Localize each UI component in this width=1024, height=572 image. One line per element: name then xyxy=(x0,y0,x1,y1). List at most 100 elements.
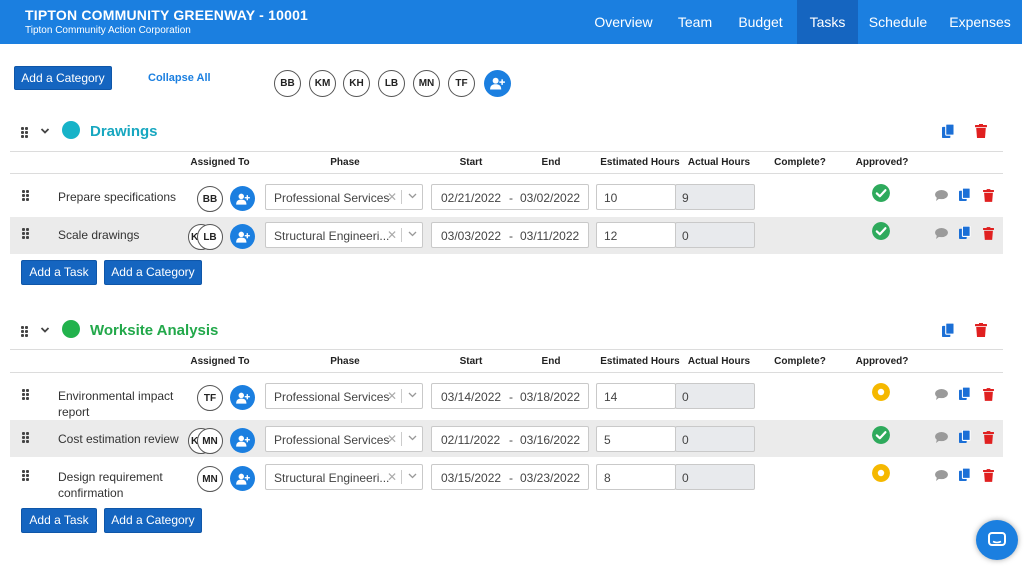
team-avatar-bb[interactable]: BB xyxy=(274,70,301,97)
clear-icon[interactable]: ✕ xyxy=(387,470,397,484)
add-category-button[interactable]: Add a Category xyxy=(104,508,202,533)
collapse-chevron-icon[interactable] xyxy=(40,127,50,135)
team-avatar-mn[interactable]: MN xyxy=(413,70,440,97)
copy-category-icon[interactable] xyxy=(942,124,955,139)
nav-tab-team[interactable]: Team xyxy=(666,0,724,44)
nav-tab-overview[interactable]: Overview xyxy=(581,0,666,44)
add-category-button[interactable]: Add a Category xyxy=(104,260,202,285)
delete-category-icon[interactable] xyxy=(975,323,987,337)
approved-check-icon[interactable] xyxy=(872,184,890,202)
task-name[interactable]: Scale drawings xyxy=(58,227,139,243)
phase-select[interactable]: Professional Services ✕ xyxy=(265,383,423,409)
comment-icon[interactable] xyxy=(935,432,948,443)
assign-user-button[interactable] xyxy=(230,224,255,249)
phase-value: Professional Services xyxy=(274,433,390,447)
nav-tab-expenses[interactable]: Expenses xyxy=(938,0,1022,44)
delete-task-icon[interactable] xyxy=(983,227,994,240)
comment-icon[interactable] xyxy=(935,389,948,400)
add-category-button[interactable]: Add a Category xyxy=(14,66,112,90)
estimated-hours-input[interactable]: 10 xyxy=(596,184,676,210)
collapse-chevron-icon[interactable] xyxy=(40,326,50,334)
comment-icon[interactable] xyxy=(935,190,948,201)
assignee-avatar[interactable]: MN xyxy=(197,428,223,454)
clear-icon[interactable]: ✕ xyxy=(387,228,397,242)
row-drag-handle-icon[interactable] xyxy=(22,190,30,201)
drag-handle-icon[interactable] xyxy=(21,127,29,138)
estimated-hours-input[interactable]: 14 xyxy=(596,383,676,409)
estimated-hours-value: 12 xyxy=(604,229,618,243)
task-name[interactable]: Prepare specifications xyxy=(58,189,176,205)
assignee-avatar[interactable]: MN xyxy=(197,466,223,492)
date-separator: - xyxy=(509,390,513,404)
row-drag-handle-icon[interactable] xyxy=(22,432,30,443)
divider xyxy=(10,349,1003,350)
approved-check-icon[interactable] xyxy=(872,222,890,240)
copy-task-icon[interactable] xyxy=(959,188,971,202)
pending-approval-icon[interactable] xyxy=(872,383,890,401)
chevron-down-icon[interactable] xyxy=(408,231,417,237)
phase-select[interactable]: Structural Engineeri... ✕ xyxy=(265,222,423,248)
collapse-all-link[interactable]: Collapse All xyxy=(148,72,211,84)
assignee-avatar[interactable]: BB xyxy=(197,186,223,212)
team-avatar-kh[interactable]: KH xyxy=(343,70,370,97)
add-task-button[interactable]: Add a Task xyxy=(21,260,97,285)
clear-icon[interactable]: ✕ xyxy=(387,389,397,403)
chat-widget-button[interactable] xyxy=(976,520,1018,560)
estimated-hours-input[interactable]: 5 xyxy=(596,426,676,452)
delete-task-icon[interactable] xyxy=(983,388,994,401)
pending-approval-icon[interactable] xyxy=(872,464,890,482)
date-range-field[interactable]: 02/21/2022 - 03/02/2022 xyxy=(431,184,589,210)
chevron-down-icon[interactable] xyxy=(408,392,417,398)
clear-icon[interactable]: ✕ xyxy=(387,190,397,204)
delete-category-icon[interactable] xyxy=(975,124,987,138)
chevron-down-icon[interactable] xyxy=(408,435,417,441)
estimated-hours-input[interactable]: 8 xyxy=(596,464,676,490)
add-team-member-button[interactable] xyxy=(484,70,511,97)
add-task-button[interactable]: Add a Task xyxy=(21,508,97,533)
nav-tab-tasks[interactable]: Tasks xyxy=(797,0,858,44)
team-avatar-km[interactable]: KM xyxy=(309,70,336,97)
copy-task-icon[interactable] xyxy=(959,468,971,482)
phase-select[interactable]: Professional Services ✕ xyxy=(265,426,423,452)
estimated-hours-input[interactable]: 12 xyxy=(596,222,676,248)
clear-icon[interactable]: ✕ xyxy=(387,432,397,446)
copy-task-icon[interactable] xyxy=(959,226,971,240)
drag-handle-icon[interactable] xyxy=(21,326,29,337)
assign-user-button[interactable] xyxy=(230,186,255,211)
nav-tab-budget[interactable]: Budget xyxy=(724,0,797,44)
assign-user-button[interactable] xyxy=(230,385,255,410)
delete-task-icon[interactable] xyxy=(983,469,994,482)
assign-user-button[interactable] xyxy=(230,428,255,453)
row-drag-handle-icon[interactable] xyxy=(22,228,30,239)
delete-task-icon[interactable] xyxy=(983,431,994,444)
chevron-down-icon[interactable] xyxy=(408,193,417,199)
comment-icon[interactable] xyxy=(935,228,948,239)
delete-task-icon[interactable] xyxy=(983,189,994,202)
task-name[interactable]: Environmental impact report xyxy=(58,388,173,420)
phase-select[interactable]: Professional Services ✕ xyxy=(265,184,423,210)
date-range-field[interactable]: 03/15/2022 - 03/23/2022 xyxy=(431,464,589,490)
date-separator: - xyxy=(509,471,513,485)
comment-icon[interactable] xyxy=(935,470,948,481)
date-range-field[interactable]: 02/11/2022 - 03/16/2022 xyxy=(431,426,589,452)
copy-category-icon[interactable] xyxy=(942,323,955,338)
task-name[interactable]: Design requirement confirmation xyxy=(58,469,163,501)
nav-tab-schedule[interactable]: Schedule xyxy=(858,0,938,44)
date-range-field[interactable]: 03/14/2022 - 03/18/2022 xyxy=(431,383,589,409)
assignee-avatar[interactable]: TF xyxy=(197,385,223,411)
chevron-down-icon[interactable] xyxy=(408,473,417,479)
copy-task-icon[interactable] xyxy=(959,387,971,401)
date-range-field[interactable]: 03/03/2022 - 03/11/2022 xyxy=(431,222,589,248)
approved-check-icon[interactable] xyxy=(872,426,890,444)
row-drag-handle-icon[interactable] xyxy=(22,389,30,400)
assign-user-button[interactable] xyxy=(230,466,255,491)
assignee-avatar[interactable]: LB xyxy=(197,224,223,250)
team-avatar-lb[interactable]: LB xyxy=(378,70,405,97)
copy-task-icon[interactable] xyxy=(959,430,971,444)
phase-select[interactable]: Structural Engineeri... ✕ xyxy=(265,464,423,490)
team-avatar-tf[interactable]: TF xyxy=(448,70,475,97)
start-date: 03/03/2022 xyxy=(441,229,502,243)
row-drag-handle-icon[interactable] xyxy=(22,470,30,481)
task-name[interactable]: Cost estimation review xyxy=(58,431,179,447)
category-color-dot xyxy=(62,121,80,139)
